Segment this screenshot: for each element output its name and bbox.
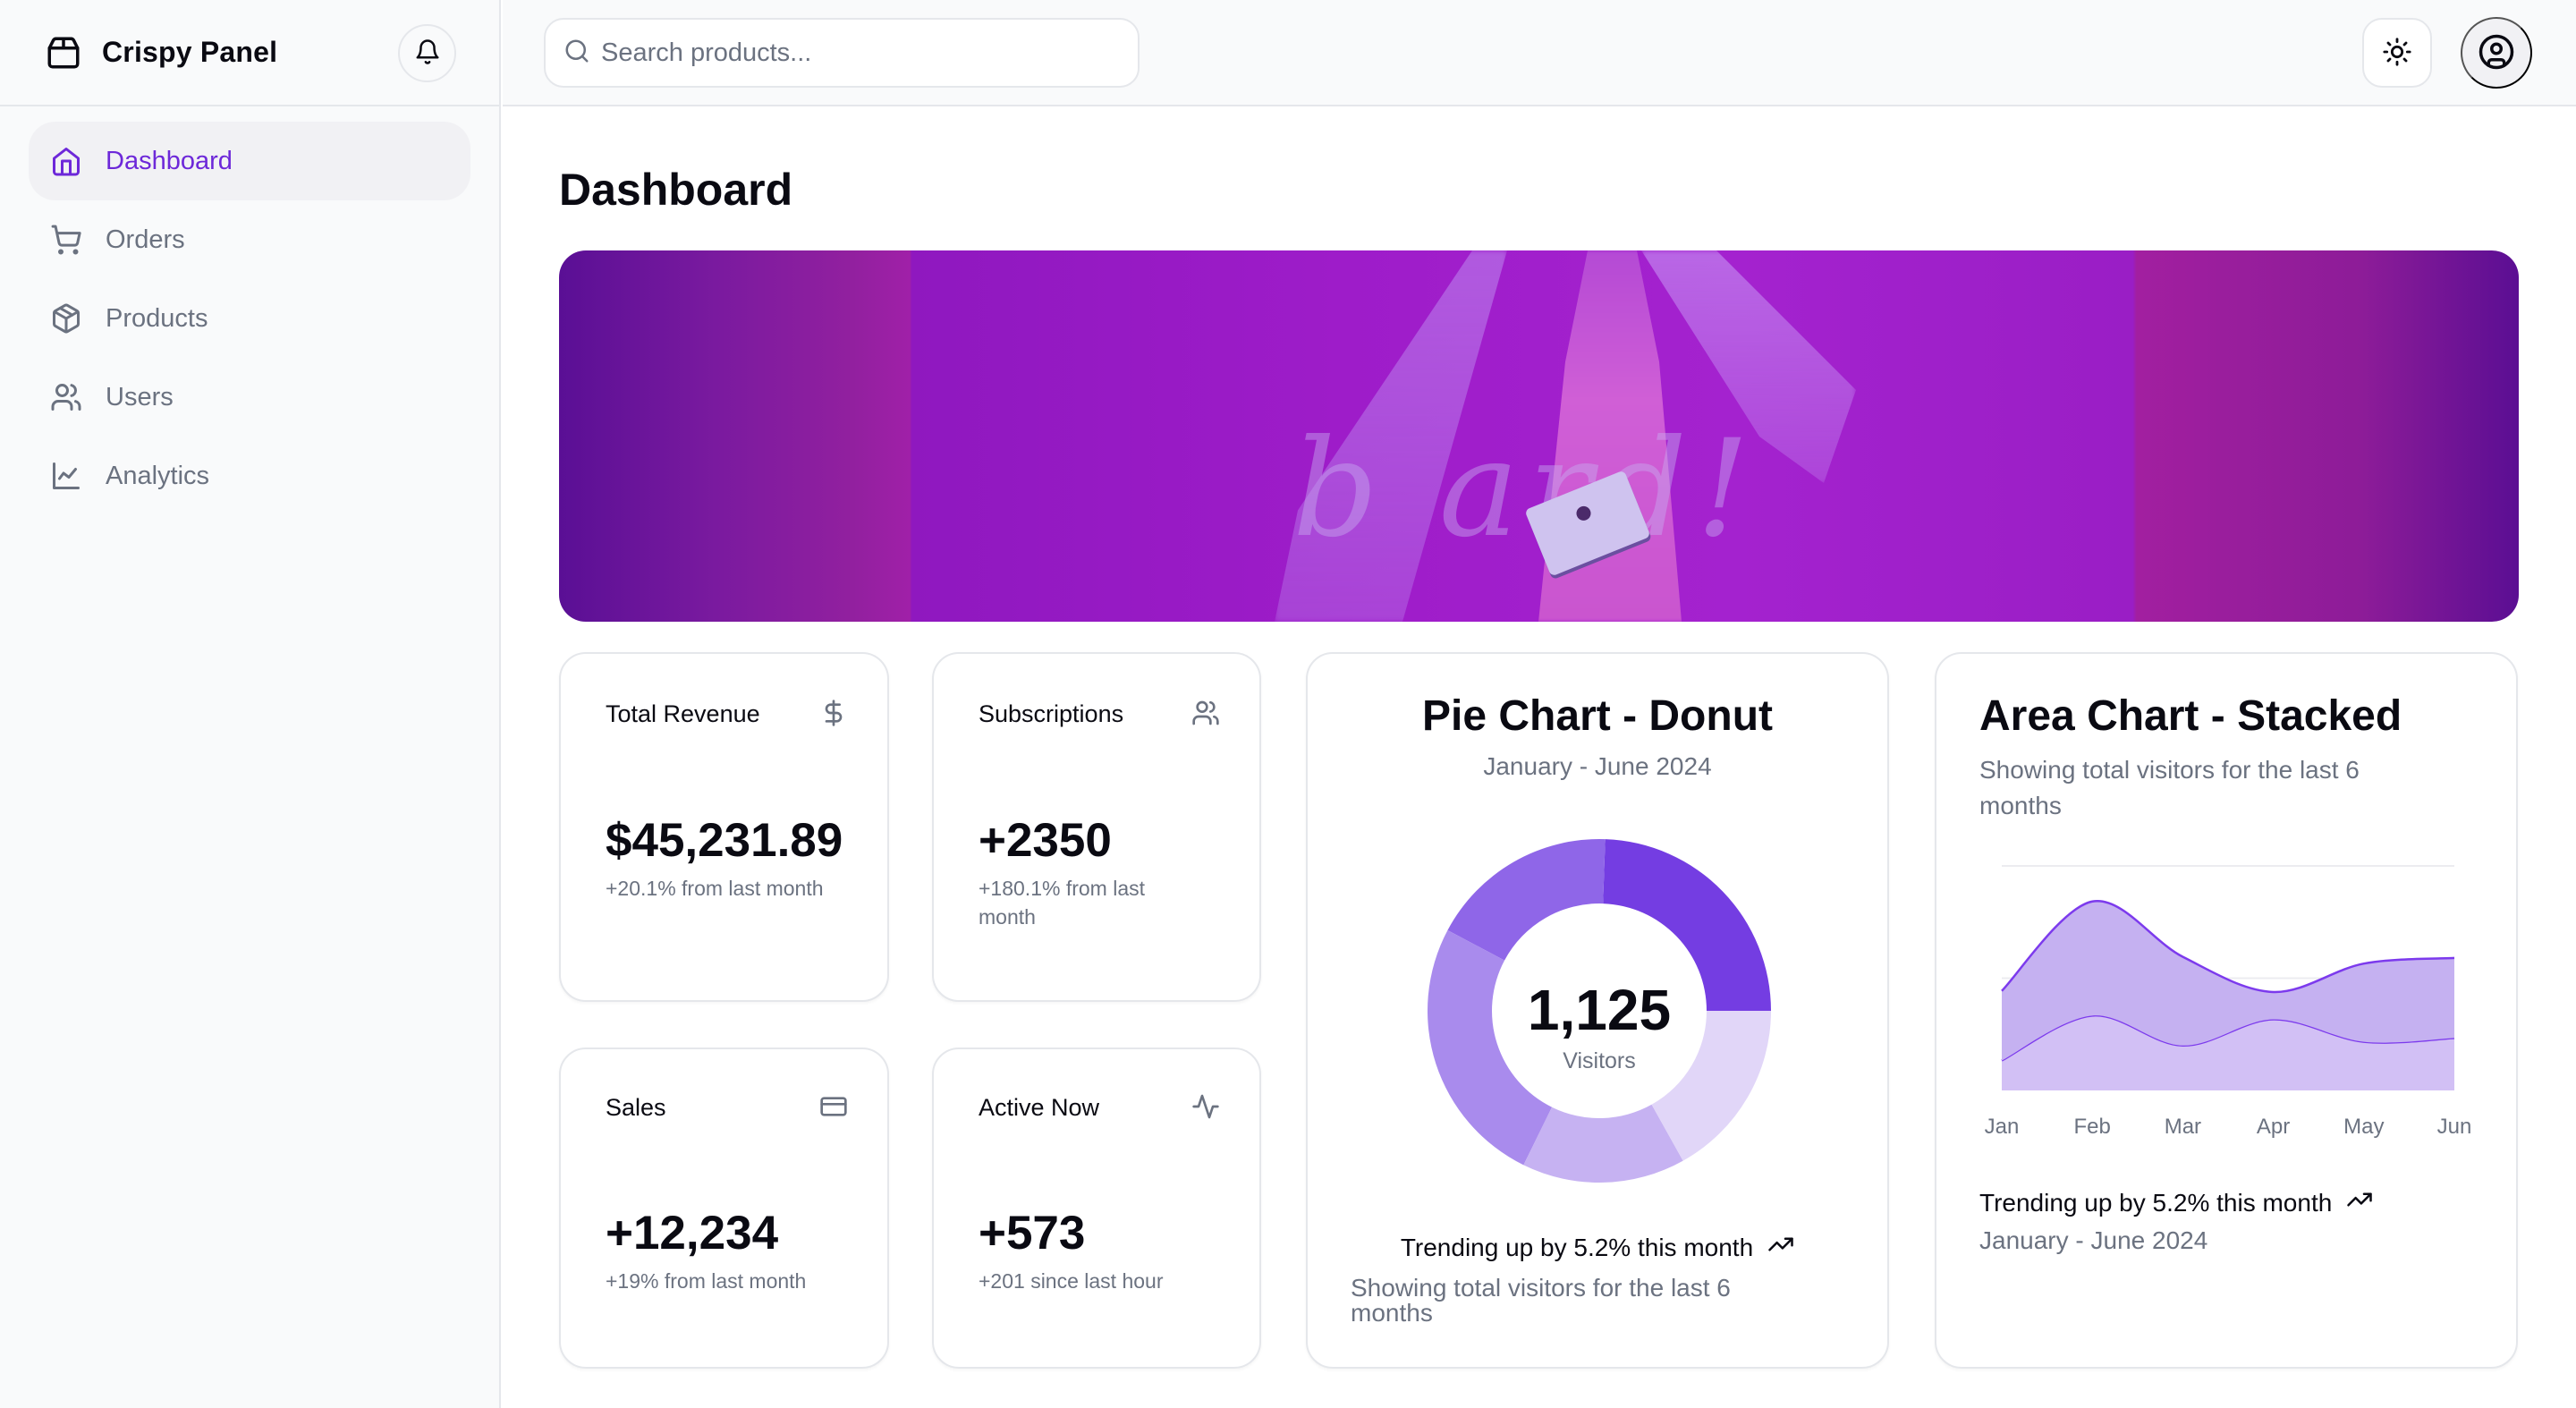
stat-value: +573 xyxy=(979,1207,1086,1260)
trend-text: Trending up by 5.2% this month xyxy=(1979,1188,2333,1217)
x-tick-label: May xyxy=(2343,1115,2384,1139)
chart-footer: Showing total visitors for the last 6 mo… xyxy=(1351,1274,1731,1327)
hero-banner-image: b ard! xyxy=(559,250,2519,622)
users-icon xyxy=(1191,699,1220,727)
notifications-button[interactable] xyxy=(398,24,456,82)
stat-value: $45,231.89 xyxy=(606,814,843,867)
stat-title: Active Now xyxy=(979,1094,1100,1121)
search-box[interactable] xyxy=(544,18,1140,88)
sidebar-item-orders[interactable]: Orders xyxy=(29,200,470,279)
sidebar-item-label: Users xyxy=(106,382,174,411)
stat-title: Subscriptions xyxy=(979,700,1124,727)
donut-center-value: 1,125 xyxy=(1528,978,1671,1042)
sidebar-item-dashboard[interactable]: Dashboard xyxy=(29,122,470,200)
x-tick-label: Feb xyxy=(2074,1115,2111,1139)
stat-change: +20.1% from last month xyxy=(606,877,824,900)
stat-title: Total Revenue xyxy=(606,700,760,727)
sidebar-item-label: Orders xyxy=(106,225,185,254)
dollar-sign-icon xyxy=(819,699,848,727)
x-tick-label: Mar xyxy=(2165,1115,2201,1139)
stacked-area-chart: Jan Feb Mar Apr May Jun xyxy=(1985,865,2472,1139)
trend-text: Trending up by 5.2% this month xyxy=(1400,1233,1754,1261)
shopping-cart-icon xyxy=(50,224,82,256)
x-tick-label: Jan xyxy=(1985,1115,2020,1139)
package-icon xyxy=(50,302,82,335)
trend-row: Trending up by 5.2% this month xyxy=(1979,1186,2373,1219)
search-input[interactable] xyxy=(601,38,1102,68)
trending-up-icon xyxy=(1767,1231,1794,1264)
sidebar-item-label: Products xyxy=(106,303,208,333)
sidebar-item-analytics[interactable]: Analytics xyxy=(29,437,470,515)
sidebar-item-users[interactable]: Users xyxy=(29,358,470,437)
stat-card-sales: Sales +12,234 +19% from last month xyxy=(559,1048,889,1369)
stat-value: +12,234 xyxy=(606,1207,779,1260)
x-tick-label: Jun xyxy=(2437,1115,2472,1139)
activity-icon xyxy=(1191,1092,1220,1121)
sidebar-item-products[interactable]: Products xyxy=(29,279,470,358)
stat-title: Sales xyxy=(606,1094,666,1121)
x-tick-label: Apr xyxy=(2257,1115,2290,1139)
sidebar-item-label: Dashboard xyxy=(106,146,233,175)
donut-slice-safari[interactable] xyxy=(1447,839,1606,961)
stat-card-subscriptions: Subscriptions +2350 +180.1% from last mo… xyxy=(932,652,1261,1002)
stat-change: +19% from last month xyxy=(606,1269,807,1293)
stat-change: +201 since last hour xyxy=(979,1269,1164,1293)
chart-footer: January - June 2024 xyxy=(1979,1226,2208,1254)
brand-name: Crispy Panel xyxy=(102,36,278,68)
user-menu-button[interactable] xyxy=(2461,17,2532,89)
stat-value: +2350 xyxy=(979,814,1112,867)
donut-chart-card: Pie Chart - Donut January - June 2024 1,… xyxy=(1306,652,1889,1369)
sun-icon xyxy=(2382,37,2412,70)
search-icon xyxy=(564,38,590,69)
home-icon xyxy=(50,145,82,177)
sidebar-item-label: Analytics xyxy=(106,461,210,490)
package-logo-icon xyxy=(45,34,82,72)
bell-icon xyxy=(414,38,441,68)
user-circle-icon xyxy=(2478,33,2515,73)
banner-graffiti: b ard! xyxy=(1292,411,1759,567)
stat-card-active-now: Active Now +573 +201 since last hour xyxy=(932,1048,1261,1369)
stat-card-total-revenue: Total Revenue $45,231.89 +20.1% from las… xyxy=(559,652,889,1002)
trend-row: Trending up by 5.2% this month xyxy=(1308,1231,1887,1264)
donut-center-label: Visitors xyxy=(1563,1048,1636,1073)
brand-row: Crispy Panel xyxy=(0,0,499,106)
top-bar xyxy=(503,0,2576,106)
line-chart-icon xyxy=(50,460,82,492)
area-chart-card: Area Chart - Stacked Showing total visit… xyxy=(1935,652,2518,1369)
stat-change: +180.1% from last month xyxy=(979,877,1146,929)
theme-toggle-button[interactable] xyxy=(2362,18,2432,88)
credit-card-icon xyxy=(819,1092,848,1121)
users-icon xyxy=(50,381,82,413)
sidebar-nav: Dashboard Orders Products Users Analytic… xyxy=(0,106,499,530)
donut-slice-firefox[interactable] xyxy=(1428,929,1553,1166)
page-title: Dashboard xyxy=(559,165,793,215)
trending-up-icon xyxy=(2346,1186,2373,1219)
sidebar: Crispy Panel Dashboard Orders Products U… xyxy=(0,0,501,1408)
